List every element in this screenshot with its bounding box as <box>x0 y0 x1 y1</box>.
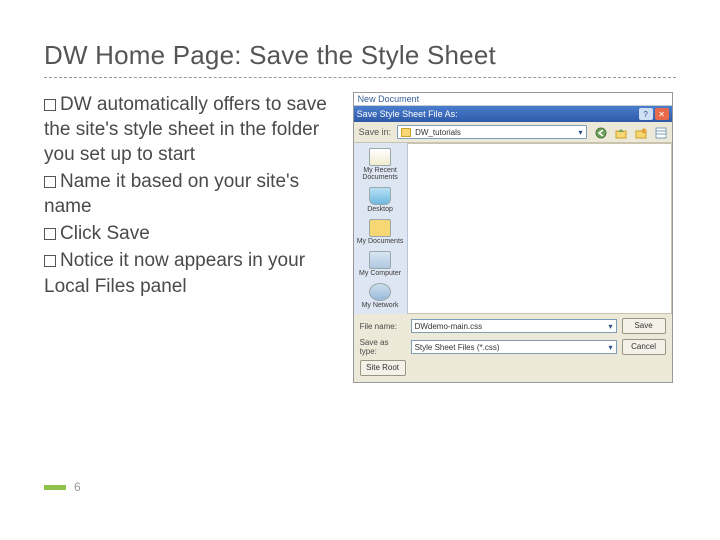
bullet-list: DW automatically offers to save the site… <box>44 92 343 383</box>
saveas-label: Save as type: <box>360 338 406 356</box>
dialog-title-text: Save Style Sheet File As: <box>357 109 458 119</box>
sidebar-item-recent[interactable]: My Recent Documents <box>355 147 405 182</box>
chevron-down-icon: ▾ <box>609 322 613 331</box>
bullet-item: Name it based on your site's name <box>44 169 343 219</box>
checkbox-icon <box>44 176 56 188</box>
help-button[interactable]: ? <box>639 108 653 120</box>
slide-title: DW Home Page: Save the Style Sheet <box>44 40 676 78</box>
sidebar-item-desktop[interactable]: Desktop <box>355 186 405 214</box>
network-icon <box>369 283 391 301</box>
checkbox-icon <box>44 255 56 267</box>
folder-icon <box>401 128 411 137</box>
site-root-button[interactable]: Site Root <box>360 360 406 376</box>
close-button[interactable]: ✕ <box>655 108 669 120</box>
bullet-item: Notice it now appears in your Local File… <box>44 248 343 298</box>
back-icon[interactable] <box>593 125 607 139</box>
chevron-down-icon: ▾ <box>579 128 583 137</box>
savein-label: Save in: <box>359 127 392 137</box>
desktop-icon <box>369 187 391 205</box>
savein-dropdown[interactable]: DW_tutorials ▾ <box>397 125 586 139</box>
sidebar-item-computer[interactable]: My Computer <box>355 250 405 278</box>
page-number: 6 <box>44 480 81 494</box>
outer-dialog-title: New Document <box>354 93 672 106</box>
cancel-button[interactable]: Cancel <box>622 339 666 355</box>
saveas-dropdown[interactable]: Style Sheet Files (*.css) ▾ <box>411 340 617 354</box>
checkbox-icon <box>44 99 56 111</box>
dialog-titlebar: Save Style Sheet File As: ? ✕ <box>354 106 672 122</box>
up-icon[interactable] <box>613 125 627 139</box>
filename-label: File name: <box>360 322 406 331</box>
filename-input[interactable]: DWdemo-main.css ▾ <box>411 319 617 333</box>
places-sidebar: My Recent Documents Desktop My Documents… <box>354 143 408 314</box>
file-list-area[interactable] <box>408 143 672 314</box>
bullet-item: Click Save <box>44 221 343 246</box>
bullet-item: DW automatically offers to save the site… <box>44 92 343 167</box>
sidebar-item-network[interactable]: My Network <box>355 282 405 310</box>
savein-value: DW_tutorials <box>415 128 574 137</box>
save-dialog: New Document Save Style Sheet File As: ?… <box>353 92 673 383</box>
sidebar-item-mydocs[interactable]: My Documents <box>355 218 405 246</box>
accent-bar <box>44 485 66 490</box>
views-icon[interactable] <box>653 125 667 139</box>
dialog-toolbar: Save in: DW_tutorials ▾ <box>354 122 672 143</box>
save-button[interactable]: Save <box>622 318 666 334</box>
screenshot-figure: New Document Save Style Sheet File As: ?… <box>353 92 676 383</box>
computer-icon <box>369 251 391 269</box>
checkbox-icon <box>44 228 56 240</box>
chevron-down-icon: ▾ <box>609 343 613 352</box>
recent-docs-icon <box>369 148 391 166</box>
mydocs-icon <box>369 219 391 237</box>
new-folder-icon[interactable] <box>633 125 647 139</box>
